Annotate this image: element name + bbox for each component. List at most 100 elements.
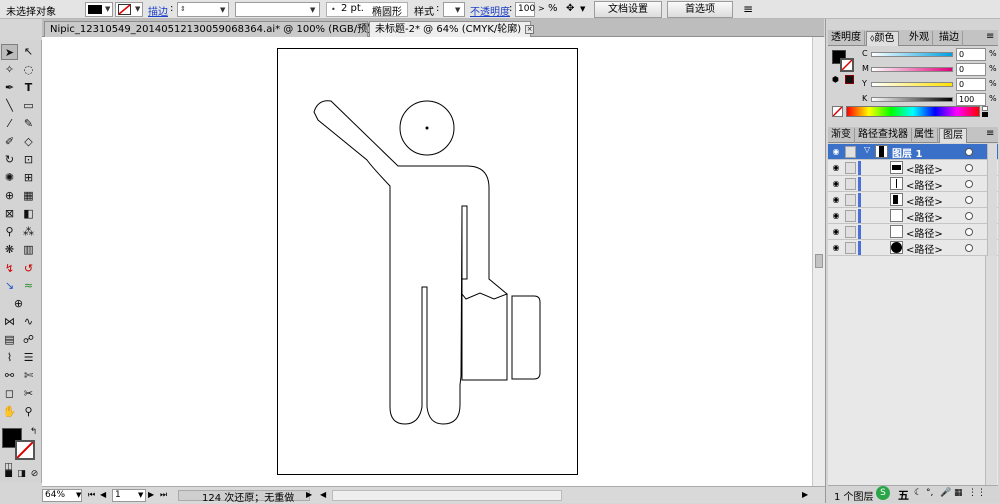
eye-icon[interactable]: ◉: [831, 227, 841, 237]
eye-icon[interactable]: ◉: [831, 147, 841, 157]
last-artboard-icon[interactable]: ⏭: [160, 490, 167, 500]
chevron-right-icon[interactable]: >: [538, 4, 545, 13]
crosshair-icon[interactable]: ⊕: [10, 296, 27, 312]
stroke-color-swatch[interactable]: ▼: [115, 2, 143, 17]
slider-cyan[interactable]: C 0 %: [828, 48, 997, 62]
target-icon[interactable]: [965, 228, 973, 236]
target-icon[interactable]: [965, 244, 973, 252]
wave-icon[interactable]: ∿: [20, 314, 37, 330]
cyan-value[interactable]: 0: [956, 48, 986, 61]
warp-tool-icon[interactable]: ✺: [1, 170, 18, 186]
recolor-icon[interactable]: ✥: [566, 3, 574, 14]
chevron-down-icon[interactable]: ▼: [76, 491, 81, 499]
sublayer-name[interactable]: <路径>: [906, 161, 943, 176]
paintbrush-icon[interactable]: ⁄: [1, 116, 18, 132]
target-icon[interactable]: [965, 212, 973, 220]
lock-toggle[interactable]: [845, 194, 856, 206]
ime-icon[interactable]: S: [876, 486, 890, 500]
slider-black[interactable]: K 100 %: [828, 93, 997, 107]
target-icon[interactable]: [965, 148, 973, 156]
scroll-left-icon[interactable]: ◀: [320, 490, 326, 499]
blend-tool-icon[interactable]: ⁂: [20, 224, 37, 240]
lasso-icon[interactable]: ◌: [20, 62, 37, 78]
sublayer-row[interactable]: ◉ <路径>: [828, 208, 998, 224]
pen-tool-icon[interactable]: ✒: [1, 80, 18, 96]
brush-definition-field[interactable]: • 2 pt. 椭圆形: [326, 2, 408, 18]
mesh-tool-icon[interactable]: ⊠: [1, 206, 18, 222]
horizontal-scrollbar[interactable]: [332, 490, 562, 501]
eye-icon[interactable]: ◉: [831, 243, 841, 253]
tab-appearance[interactable]: 外观: [906, 31, 933, 46]
tab-gradient[interactable]: 渐变: [828, 128, 855, 143]
eye-icon[interactable]: ◉: [831, 163, 841, 173]
apps-icon[interactable]: ⋮⋮: [968, 488, 986, 498]
magic-wand-icon[interactable]: ✧: [1, 62, 18, 78]
fill-color-swatch[interactable]: ▼: [85, 2, 113, 17]
type-tool-icon[interactable]: T: [20, 80, 37, 96]
lock-toggle[interactable]: [845, 162, 856, 174]
zoom-tool-icon[interactable]: ⚲: [20, 404, 37, 420]
tab-stroke[interactable]: 描边: [936, 31, 963, 46]
magenta-value[interactable]: 0: [956, 63, 986, 76]
line-tool-icon[interactable]: ╲: [1, 98, 18, 114]
panel-menu-icon[interactable]: ≡: [986, 128, 994, 139]
chevron-down-icon[interactable]: ▼: [138, 491, 143, 499]
tab-nipic-document[interactable]: Nipic_12310549_20140512130059068364.ai* …: [44, 21, 394, 37]
grid-tool-icon[interactable]: ▤: [1, 332, 18, 348]
tab-pathfinder[interactable]: 路径查找器: [855, 128, 912, 143]
lock-toggle[interactable]: [845, 226, 856, 238]
keyboard-icon[interactable]: ▦: [954, 488, 963, 498]
stroke-swatch[interactable]: [15, 440, 35, 460]
rectangle-tool-icon[interactable]: ▭: [20, 98, 37, 114]
selection-tool-icon[interactable]: ➤: [1, 44, 18, 60]
none-mode-icon[interactable]: ⊘: [26, 466, 43, 482]
style-picker[interactable]: ▼: [443, 2, 465, 17]
knife-icon[interactable]: ⚯: [1, 368, 18, 384]
arc-tool-icon[interactable]: ↺: [20, 261, 37, 277]
tab-color[interactable]: ⬨颜色: [866, 31, 899, 46]
variable-width-field[interactable]: ▼: [235, 2, 320, 17]
prev-artboard-icon[interactable]: ◀: [100, 490, 106, 499]
white-swatch[interactable]: [982, 106, 988, 111]
swap-icon[interactable]: ↰: [25, 424, 42, 440]
align-icon[interactable]: ☰: [20, 350, 37, 366]
scale-tool-icon[interactable]: ⊡: [20, 152, 37, 168]
preferences-button[interactable]: 首选项: [667, 1, 733, 18]
slider-yellow[interactable]: Y 0 %: [828, 78, 997, 92]
scroll-thumb[interactable]: [815, 254, 823, 268]
none-swatch[interactable]: [832, 106, 843, 117]
sublayer-name[interactable]: <路径>: [906, 225, 943, 240]
tab-transparency[interactable]: 透明度: [828, 31, 865, 46]
column-graph-icon[interactable]: ▥: [20, 242, 37, 258]
envelope-icon[interactable]: ⋈: [1, 314, 18, 330]
slider-magenta[interactable]: M 0 %: [828, 63, 997, 77]
target-icon[interactable]: [965, 196, 973, 204]
sublayer-row[interactable]: ◉ <路径>: [828, 240, 998, 256]
color-spectrum[interactable]: [846, 106, 980, 117]
chevron-down-icon[interactable]: ▼: [580, 5, 585, 13]
hand-tool-icon[interactable]: ✋: [1, 404, 18, 420]
opacity-input[interactable]: 100: [515, 2, 535, 17]
vertical-scrollbar[interactable]: [812, 37, 825, 486]
join-tool-icon[interactable]: ↘: [1, 278, 18, 294]
ime-mode-label[interactable]: 五: [898, 487, 909, 503]
eye-icon[interactable]: ◉: [831, 211, 841, 221]
blob-brush-icon[interactable]: ✐: [1, 134, 18, 150]
zigzag-icon[interactable]: ⌇: [1, 350, 18, 366]
stroke-weight-field[interactable]: ⇕ ▼: [177, 2, 229, 17]
scroll-right-icon[interactable]: ▶: [802, 490, 808, 499]
sublayer-name[interactable]: <路径>: [906, 193, 943, 208]
stroke-link[interactable]: 描边: [148, 3, 168, 18]
pencil-icon[interactable]: ✎: [20, 116, 37, 132]
sublayer-row[interactable]: ◉ <路径>: [828, 160, 998, 176]
moon-icon[interactable]: ☾: [914, 488, 922, 498]
free-transform-icon[interactable]: ⊞: [20, 170, 37, 186]
eyedropper-icon[interactable]: ⚲: [1, 224, 18, 240]
yellow-value[interactable]: 0: [956, 78, 986, 91]
perspective-grid-icon[interactable]: ▦: [20, 188, 37, 204]
punctuation-icon[interactable]: °,: [926, 488, 933, 498]
shape-builder-icon[interactable]: ⊕: [1, 188, 18, 204]
first-artboard-icon[interactable]: ⏮: [88, 490, 95, 500]
scissors-icon[interactable]: ✂: [20, 386, 37, 402]
target-icon[interactable]: [965, 180, 973, 188]
